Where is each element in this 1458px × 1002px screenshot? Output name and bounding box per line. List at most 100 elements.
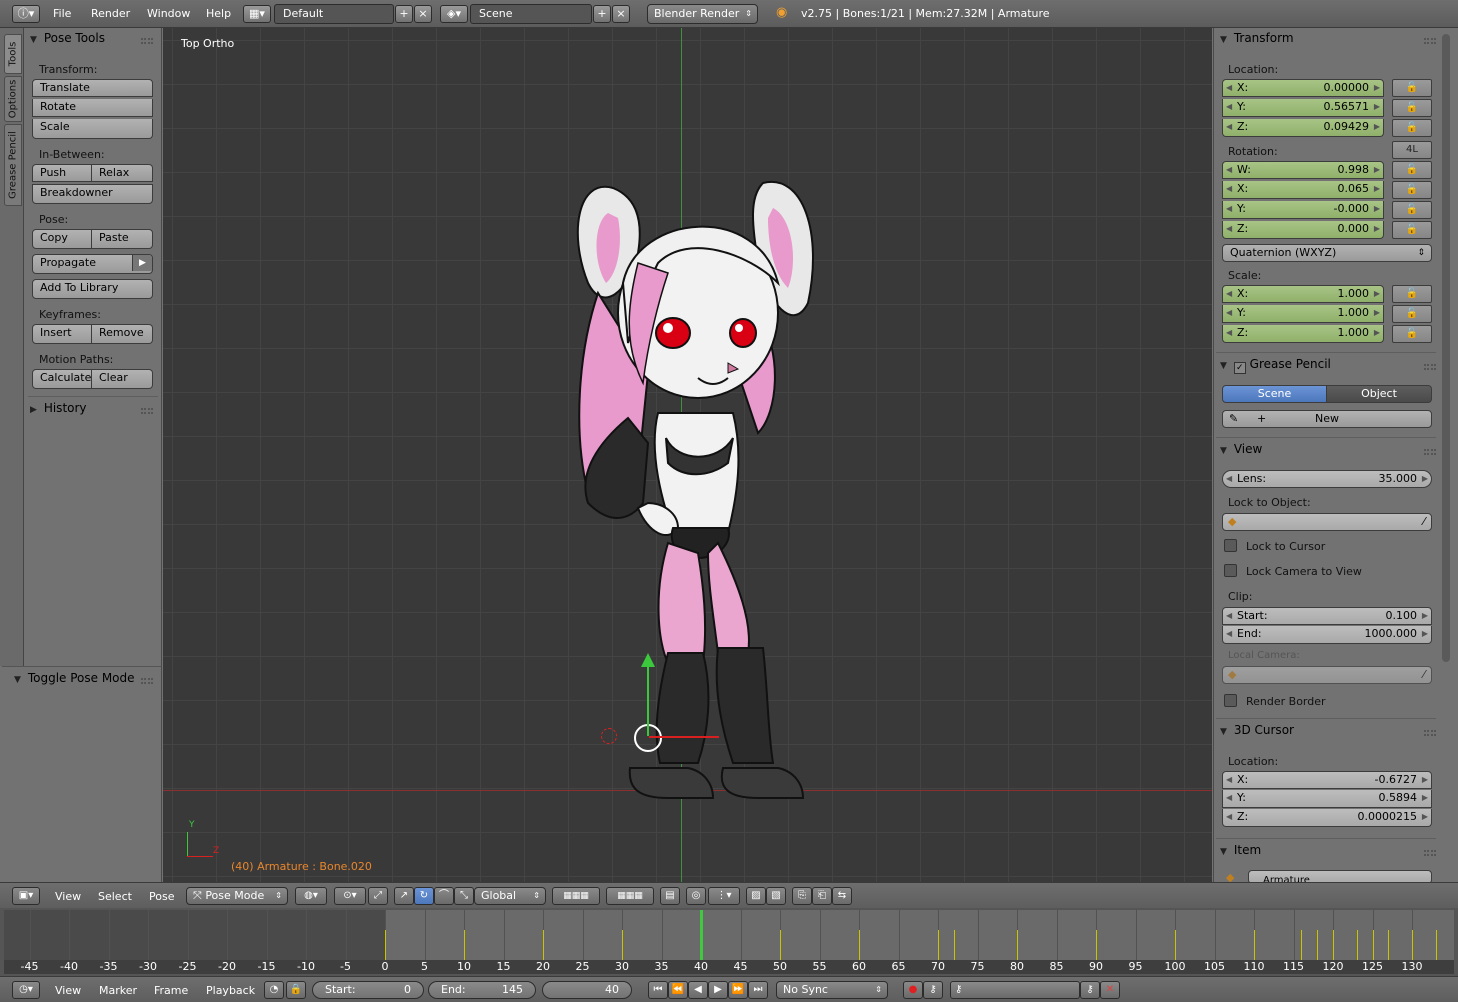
sync-mode-select[interactable]: No Sync ⇕ <box>776 981 888 999</box>
propagate-menu-arrow-icon[interactable]: ▶ <box>132 255 152 271</box>
insert-keyframe-icon[interactable]: ⚷ <box>1080 981 1100 999</box>
snap-icon[interactable]: ⋮▾ <box>708 887 740 905</box>
keyframe-marker[interactable] <box>543 930 544 960</box>
end-frame-field[interactable]: End: 145 <box>428 981 536 999</box>
keyframe-marker[interactable] <box>622 930 623 960</box>
decrement-arrow-icon[interactable]: ◀ <box>1226 305 1232 321</box>
menu-select[interactable]: Select <box>98 890 132 903</box>
keyframe-marker[interactable] <box>1333 930 1334 960</box>
rotation-z-field[interactable]: ◀ Z: 0.000 ▶ <box>1222 221 1384 239</box>
panel-header-pose-tools[interactable]: ▼ Pose Tools <box>30 31 105 49</box>
interaction-mode-select[interactable]: ⤧ Pose Mode ⇕ <box>186 887 288 905</box>
eyedropper-icon[interactable]: ⁄ <box>1423 514 1425 530</box>
decrement-arrow-icon[interactable]: ◀ <box>1226 221 1232 237</box>
keyframe-marker[interactable] <box>953 930 955 960</box>
jump-to-end-icon[interactable]: ⏭ <box>748 981 768 999</box>
keyframe-marker[interactable] <box>1254 930 1255 960</box>
pivot-point-icon[interactable]: ⊙▾ <box>334 887 366 905</box>
lock-rotation-x-icon[interactable]: 🔓 <box>1392 181 1432 199</box>
decrement-arrow-icon[interactable]: ◀ <box>1226 608 1232 624</box>
timeline-ruler[interactable]: -45 -40 -35 -30 -25 -20 -15 -10 -5 0 5 10 15 20 25 30 35… <box>4 960 1454 974</box>
location-z-field[interactable]: ◀ Z: 0.09429 ▶ <box>1222 119 1384 137</box>
copy-pose-icon[interactable]: ⎘ <box>792 887 812 905</box>
relax-button[interactable]: Relax <box>92 164 153 182</box>
menu-file[interactable]: File <box>53 7 71 20</box>
lock-rotation-z-icon[interactable]: 🔓 <box>1392 221 1432 239</box>
current-frame-playhead[interactable] <box>700 910 703 960</box>
layers-grid-icon[interactable]: ▦▦▦ <box>552 887 600 905</box>
3d-viewport[interactable]: Top Ortho Y Z (40) Armature: Bone.020 <box>163 28 1212 882</box>
increment-arrow-icon[interactable]: ▶ <box>1374 119 1380 135</box>
bone-layers-icon[interactable]: ▤ <box>660 887 680 905</box>
add-scene-icon[interactable]: + <box>593 5 611 23</box>
current-frame-field[interactable]: 40 <box>542 981 632 999</box>
rotation-w-field[interactable]: ◀ W: 0.998 ▶ <box>1222 161 1384 179</box>
tab-options[interactable]: Options <box>4 76 22 122</box>
keyframe-marker[interactable] <box>938 930 939 960</box>
layers-grid-2-icon[interactable]: ▦▦▦ <box>606 887 654 905</box>
lock-rotation-w-icon[interactable]: 🔓 <box>1392 161 1432 179</box>
jump-to-prev-keyframe-icon[interactable]: ⏪ <box>668 981 688 999</box>
preview-range-icon[interactable]: ◔ <box>264 981 284 999</box>
gizmo-y-arrow[interactable] <box>647 660 649 736</box>
keyframe-marker[interactable] <box>1356 930 1358 960</box>
push-button[interactable]: Push <box>32 164 92 182</box>
gp-object-tab[interactable]: Object <box>1327 385 1432 403</box>
record-icon[interactable]: ● <box>903 981 923 999</box>
increment-arrow-icon[interactable]: ▶ <box>1422 608 1428 624</box>
panel-header-item[interactable]: ▼ Item <box>1220 843 1261 861</box>
manipulator-toggle-icon[interactable]: ⤢ <box>368 887 388 905</box>
decrement-arrow-icon[interactable]: ◀ <box>1226 809 1232 825</box>
add-to-library-button[interactable]: Add To Library <box>32 279 153 299</box>
gp-scene-tab[interactable]: Scene <box>1222 385 1327 403</box>
panel-header-toggle-pose-mode[interactable]: ▼ Toggle Pose Mode <box>14 671 135 689</box>
decrement-arrow-icon[interactable]: ◀ <box>1226 790 1232 806</box>
keyframe-marker[interactable] <box>1412 930 1413 960</box>
lock-time-icon[interactable]: 🔒 <box>286 981 306 999</box>
decrement-arrow-icon[interactable]: ◀ <box>1226 471 1232 487</box>
panel-grip-icon[interactable] <box>1424 38 1436 44</box>
scene-icon[interactable]: ◈▾ <box>440 5 468 23</box>
panel-grip-icon[interactable] <box>141 38 153 44</box>
panel-header-grease-pencil[interactable]: ▼ ✓ Grease Pencil <box>1220 357 1331 375</box>
scale-z-field[interactable]: ◀ Z: 1.000 ▶ <box>1222 325 1384 343</box>
menu-playback[interactable]: Playback <box>206 984 255 997</box>
paste-pose-button[interactable]: Paste <box>92 229 153 249</box>
properties-scrollbar[interactable] <box>1442 34 1450 662</box>
menu-window[interactable]: Window <box>147 7 190 20</box>
lock-rotation-4l-button[interactable]: 4L <box>1392 141 1432 159</box>
viewport-shading-icon[interactable]: ◍▾ <box>295 887 327 905</box>
clip-start-field[interactable]: ◀ Start: 0.100 ▶ <box>1222 607 1432 625</box>
scene-field[interactable]: Scene <box>470 4 592 24</box>
item-name-field[interactable]: Armature <box>1248 870 1432 882</box>
decrement-arrow-icon[interactable]: ◀ <box>1226 286 1232 302</box>
cursor-y-field[interactable]: ◀ Y: 0.5894 ▶ <box>1222 790 1432 808</box>
cursor-z-field[interactable]: ◀ Z: 0.0000215 ▶ <box>1222 809 1432 827</box>
panel-header-history[interactable]: ▶ History <box>30 401 87 419</box>
render-animation-icon[interactable]: ▧ <box>766 887 786 905</box>
menu-view[interactable]: View <box>55 890 81 903</box>
scale-button[interactable]: Scale <box>32 119 153 139</box>
layout-grid-icon[interactable]: ▦▾ <box>243 5 271 23</box>
active-keying-set-field[interactable]: ⚷ <box>950 981 1080 999</box>
keyframe-marker[interactable] <box>780 930 781 960</box>
keyframe-marker[interactable] <box>1175 930 1176 960</box>
translate-button[interactable]: Translate <box>32 79 153 97</box>
increment-arrow-icon[interactable]: ▶ <box>1374 80 1380 96</box>
keyframe-marker[interactable] <box>1017 930 1018 960</box>
increment-arrow-icon[interactable]: ▶ <box>1374 221 1380 237</box>
decrement-arrow-icon[interactable]: ◀ <box>1226 119 1232 135</box>
rotation-mode-select[interactable]: Quaternion (WXYZ) ⇕ <box>1222 244 1432 262</box>
keyframe-marker[interactable] <box>1388 930 1390 960</box>
keyframe-marker[interactable] <box>1317 930 1319 960</box>
render-engine-select[interactable]: Blender Render ⇕ <box>647 4 758 24</box>
menu-help[interactable]: Help <box>206 7 231 20</box>
keyframe-marker[interactable] <box>1096 930 1097 960</box>
play-reverse-icon[interactable]: ◀ <box>688 981 708 999</box>
calculate-paths-button[interactable]: Calculate <box>32 369 92 389</box>
gizmo-x-arrow[interactable] <box>649 736 719 738</box>
decrement-arrow-icon[interactable]: ◀ <box>1226 162 1232 178</box>
keyframe-marker[interactable] <box>859 930 860 960</box>
panel-grip-icon[interactable] <box>1424 730 1436 736</box>
play-icon[interactable]: ▶ <box>708 981 728 999</box>
